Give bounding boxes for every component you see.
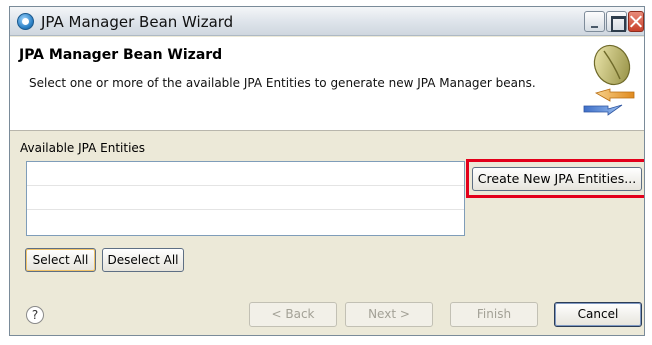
finish-button[interactable]: Finish bbox=[450, 302, 538, 327]
page-title: JPA Manager Bean Wizard bbox=[19, 47, 223, 63]
minimize-icon[interactable] bbox=[584, 11, 605, 32]
maximize-icon[interactable] bbox=[606, 11, 627, 32]
close-icon[interactable] bbox=[628, 11, 644, 32]
wizard-app-icon bbox=[17, 13, 34, 30]
back-button[interactable]: < Back bbox=[249, 302, 337, 327]
cancel-button[interactable]: Cancel bbox=[554, 302, 642, 327]
list-item[interactable] bbox=[27, 210, 464, 234]
create-new-entities-button[interactable]: Create New JPA Entities... bbox=[472, 167, 642, 191]
deselect-all-button[interactable]: Deselect All bbox=[102, 248, 184, 272]
wizard-window: JPA Manager Bean Wizard JPA Manager Bean… bbox=[9, 6, 645, 336]
entities-list[interactable] bbox=[26, 161, 465, 236]
help-icon[interactable]: ? bbox=[26, 306, 44, 324]
wizard-header: JPA Manager Bean Wizard Select one or mo… bbox=[10, 37, 644, 131]
next-button[interactable]: Next > bbox=[345, 302, 433, 327]
bean-with-arrows-icon bbox=[583, 44, 635, 116]
window-title: JPA Manager Bean Wizard bbox=[41, 13, 234, 31]
select-all-button[interactable]: Select All bbox=[25, 248, 96, 272]
entities-label: Available JPA Entities bbox=[20, 141, 146, 155]
list-item[interactable] bbox=[27, 162, 464, 186]
list-item[interactable] bbox=[27, 186, 464, 210]
title-bar[interactable]: JPA Manager Bean Wizard bbox=[10, 7, 644, 36]
page-description: Select one or more of the available JPA … bbox=[29, 76, 536, 90]
